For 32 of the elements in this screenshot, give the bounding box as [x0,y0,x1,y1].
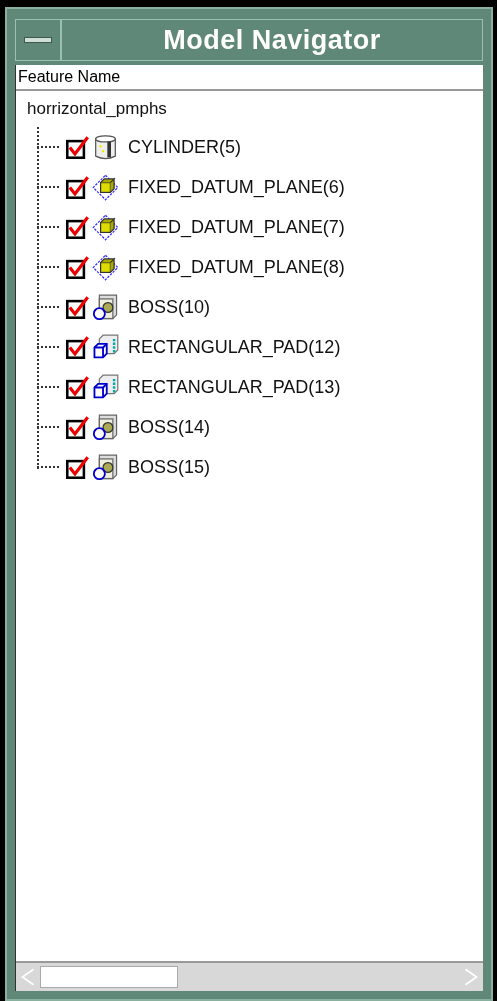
tree-root-item[interactable]: horrizontal_pmphs [27,99,483,127]
datum-plane-icon [92,253,119,281]
tree-item[interactable]: FIXED_DATUM_PLANE(8) [128,256,345,278]
block-icon [92,373,119,401]
checkbox[interactable] [66,335,89,359]
tree-item[interactable]: BOSS(15) [128,456,211,478]
horizontal-scrollbar[interactable] [16,961,483,991]
checkbox[interactable] [66,455,89,479]
checkbox[interactable] [66,175,89,199]
tree-item[interactable]: BOSS(10) [128,296,211,318]
tree-item[interactable]: FIXED_DATUM_PLANE(6) [128,176,345,198]
datum-plane-icon [92,173,119,201]
boss-icon [92,453,119,481]
checkbox[interactable] [66,295,89,319]
boss-icon [92,413,119,441]
checkbox[interactable] [66,375,89,399]
boss-icon [92,293,119,321]
checkbox[interactable] [66,255,89,279]
window-title: Model Navigator [162,24,382,57]
block-icon [92,333,119,361]
datum-plane-icon [92,213,119,241]
checkbox[interactable] [66,415,89,439]
cylinder-icon [92,133,119,161]
tree-item[interactable]: CYLINDER(5) [128,136,242,158]
checkbox[interactable] [66,135,89,159]
checkbox[interactable] [66,215,89,239]
tree-item[interactable]: BOSS(14) [128,416,211,438]
tree-item[interactable]: RECTANGULAR_PAD(13) [128,376,341,398]
tree-item[interactable]: FIXED_DATUM_PLANE(7) [128,216,345,238]
tree-item[interactable]: RECTANGULAR_PAD(12) [128,336,341,358]
column-header[interactable]: Feature Name [16,65,483,91]
scrollbar-thumb[interactable] [40,966,178,988]
